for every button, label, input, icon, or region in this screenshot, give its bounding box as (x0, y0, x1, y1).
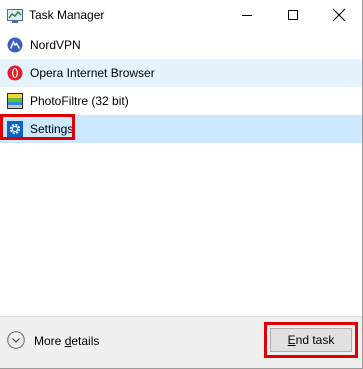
title-bar[interactable]: Task Manager (0, 0, 362, 31)
list-item-photofiltre[interactable]: PhotoFiltre (32 bit) (0, 87, 362, 115)
task-manager-window: Task Manager NordVPN Opera Internet Brow… (0, 0, 363, 369)
nordvpn-icon (7, 37, 23, 53)
close-button[interactable] (316, 0, 362, 31)
chevron-down-circle-icon (7, 331, 25, 349)
end-task-highlight-annotation: End task (264, 322, 358, 358)
app-name: Opera Internet Browser (30, 66, 155, 80)
photofiltre-icon (7, 93, 23, 109)
maximize-button[interactable] (270, 0, 316, 31)
list-item-nordvpn[interactable]: NordVPN (0, 31, 362, 59)
list-item-opera[interactable]: Opera Internet Browser (0, 59, 362, 87)
app-name: NordVPN (30, 38, 81, 52)
window-title: Task Manager (29, 8, 105, 22)
minimize-button[interactable] (224, 0, 270, 31)
opera-icon (7, 65, 23, 81)
minimize-icon (242, 15, 252, 16)
settings-highlight-annotation (0, 114, 75, 140)
footer-bar: More details End task (0, 316, 362, 368)
task-manager-icon (7, 9, 23, 23)
close-icon (332, 8, 346, 22)
more-details-label: More details (34, 334, 100, 348)
end-task-button[interactable]: End task (270, 328, 352, 352)
maximize-icon (288, 10, 298, 20)
app-name: PhotoFiltre (32 bit) (30, 94, 129, 108)
